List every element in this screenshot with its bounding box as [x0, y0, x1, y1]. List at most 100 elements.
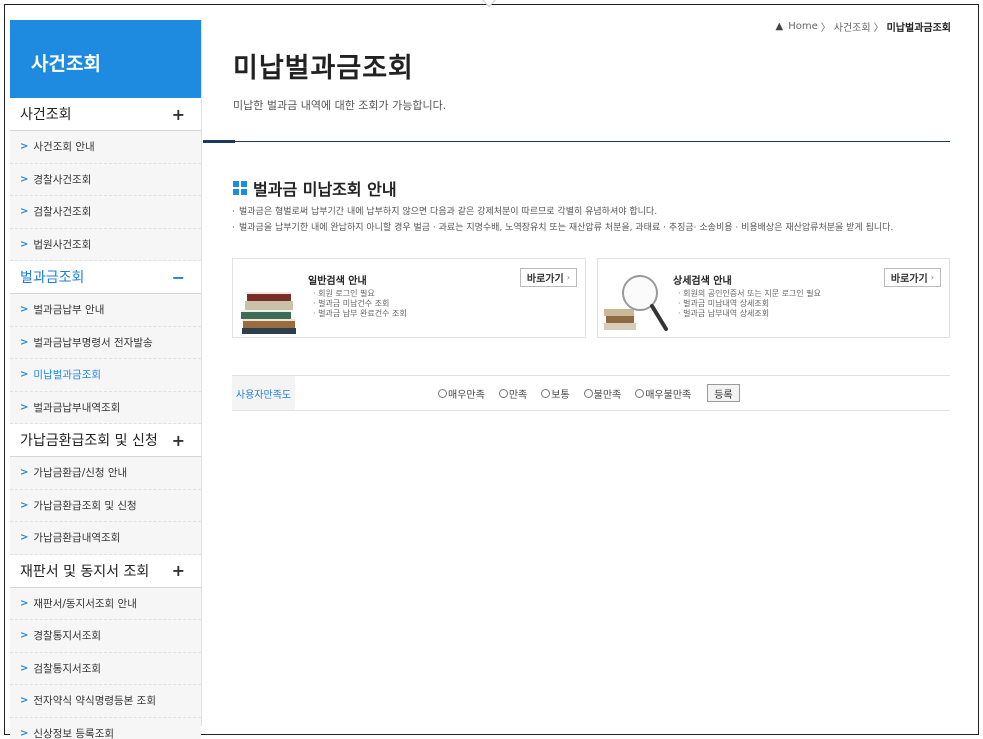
- chevron-right-icon: >: [20, 630, 29, 642]
- chevron-right-icon: >: [20, 499, 29, 511]
- sidebar-section-refund[interactable]: 가납금환급조회 및 신청 +: [10, 424, 201, 457]
- sidebar-item-label: 법원사건조회: [33, 238, 92, 251]
- sidebar-section-case[interactable]: 사건조회 +: [10, 98, 201, 131]
- sidebar-item[interactable]: > 전자약식 약식명령등본 조회: [10, 685, 201, 718]
- sidebar-item[interactable]: > 가납금환급내역조회: [10, 522, 201, 555]
- sidebar-section-label: 가납금환급조회 및 신청: [20, 433, 158, 449]
- sidebar-item[interactable]: > 검찰사건조회: [10, 196, 201, 229]
- sidebar-item[interactable]: > 신상정보 등록조회: [10, 717, 201, 739]
- page-description: 미납한 벌과금 내역에 대한 조회가 가능합니다.: [233, 99, 447, 112]
- go-detail-search-button[interactable]: 바로가기 ›: [883, 268, 941, 287]
- chevron-right-icon: >: [20, 369, 29, 381]
- sidebar-item[interactable]: > 경찰통지서조회: [10, 620, 201, 653]
- title-divider-accent: [203, 140, 235, 143]
- radio-button[interactable]: [541, 388, 551, 398]
- card-line: 벌과금 납부 완료건수 조회: [313, 309, 407, 319]
- sidebar-item[interactable]: > 재판서/동지서조회 안내: [10, 587, 201, 620]
- satisfaction-survey: 사용자만족도 매우만족 만족 보통 불만족 매우불만족 등록: [232, 375, 950, 411]
- sidebar-item-label: 사건조회 안내: [33, 141, 95, 154]
- expand-icon: +: [171, 430, 185, 450]
- home-icon[interactable]: ▲: [776, 21, 784, 32]
- card-line: 벌과금 납부내역 상세조회: [678, 309, 821, 319]
- sidebar-item[interactable]: > 가납금환급조회 및 신청: [10, 489, 201, 522]
- sidebar-item-label: 가납금환급/신청 안내: [33, 467, 128, 480]
- card-title: 상세검색 안내: [673, 276, 732, 287]
- radio-button[interactable]: [498, 388, 508, 398]
- sidebar-item-label: 경찰통지서조회: [33, 630, 102, 643]
- option-label: 만족: [508, 389, 528, 401]
- sidebar-item-label: 벌과금납부 안내: [33, 304, 105, 317]
- sidebar-item[interactable]: > 벌과금납부명령서 전자발송: [10, 326, 201, 359]
- sidebar-item[interactable]: > 검찰통지서조회: [10, 652, 201, 685]
- chevron-right-icon: >: [20, 206, 29, 218]
- breadcrumb-home[interactable]: Home: [788, 21, 818, 32]
- notice-item: 벌과금을 납부기한 내에 완납하지 아니할 경우 벌금 · 과료는 지명수배, …: [231, 223, 953, 234]
- survey-option-satisfied[interactable]: 만족: [498, 386, 528, 401]
- detail-search-card: 상세검색 안내 회원의 공인인증서 또는 지문 로그인 필요 벌과금 미납내역 …: [597, 258, 950, 338]
- radio-button[interactable]: [438, 388, 447, 398]
- survey-option-very-satisfied[interactable]: 매우만족: [438, 386, 485, 401]
- card-line: 회원의 공인인증서 또는 지문 로그인 필요: [678, 289, 821, 299]
- breadcrumb-separator: 〉: [873, 23, 884, 34]
- sidebar-section-fine[interactable]: 벌과금조회 −: [10, 261, 201, 294]
- sidebar-item-label: 가납금환급내역조회: [33, 532, 121, 545]
- page-title: 미납벌과금조회: [233, 53, 414, 84]
- card-line: 회원 로그인 필요: [313, 289, 407, 299]
- survey-submit-button[interactable]: 등록: [707, 384, 740, 402]
- chevron-right-icon: >: [20, 238, 29, 250]
- breadcrumb-current: 미납벌과금조회: [886, 23, 951, 34]
- chevron-right-icon: >: [20, 467, 29, 479]
- sidebar-item[interactable]: > 벌과금납부 안내: [10, 294, 201, 327]
- windows-grid-icon: [233, 181, 247, 195]
- chevron-right-icon: >: [20, 173, 29, 185]
- sidebar: 사건조회 사건조회 + > 사건조회 안내 > 경찰사건조회 > 검찰사건조회 > 법원…: [10, 20, 202, 739]
- chevron-right-icon: ›: [930, 273, 934, 282]
- chevron-right-icon: ›: [566, 273, 570, 282]
- survey-option-dissatisfied[interactable]: 불만족: [583, 386, 622, 401]
- sidebar-item[interactable]: > 벌과금납부내역조회: [10, 391, 201, 424]
- sidebar-item-label: 검찰통지서조회: [33, 662, 102, 675]
- go-general-search-button[interactable]: 바로가기 ›: [519, 268, 577, 287]
- sidebar-item[interactable]: > 가납금환급/신청 안내: [10, 457, 201, 490]
- breadcrumb-parent[interactable]: 사건조회: [834, 19, 871, 34]
- title-divider: [203, 141, 950, 142]
- top-notch-decoration: [482, 0, 496, 8]
- chevron-right-icon: >: [20, 727, 29, 739]
- sidebar-title: 사건조회: [10, 20, 201, 98]
- section-title-text: 벌과금 미납조회 안내: [253, 180, 397, 199]
- sidebar-item-label: 미납벌과금조회: [33, 369, 102, 382]
- general-search-card: 일반검색 안내 회원 로그인 필요 벌과금 미납건수 조회 벌과금 납부 완료건…: [232, 258, 586, 338]
- radio-button[interactable]: [583, 388, 593, 398]
- sidebar-item-current[interactable]: > 미납벌과금조회: [10, 359, 201, 392]
- sidebar-item-label: 신상정보 등록조회: [33, 727, 115, 739]
- sidebar-item-label: 경찰사건조회: [33, 173, 92, 186]
- sidebar-item[interactable]: > 경찰사건조회: [10, 163, 201, 196]
- chevron-right-icon: >: [20, 336, 29, 348]
- button-label: 바로가기: [526, 274, 564, 285]
- sidebar-section-label: 재판서 및 동지서 조회: [20, 563, 150, 580]
- sidebar-item-label: 벌과금납부내역조회: [33, 401, 121, 414]
- radio-button[interactable]: [635, 388, 645, 398]
- chevron-right-icon: >: [20, 662, 29, 674]
- survey-options: 매우만족 만족 보통 불만족 매우불만족 등록: [438, 376, 740, 410]
- survey-option-neutral[interactable]: 보통: [541, 386, 570, 401]
- sidebar-section-judgment[interactable]: 재판서 및 동지서 조회 +: [10, 555, 201, 588]
- option-label: 불만족: [593, 389, 622, 401]
- books-icon: [241, 292, 296, 334]
- sidebar-item[interactable]: > 법원사건조회: [10, 228, 201, 261]
- card-lines: 회원 로그인 필요 벌과금 미납건수 조회 벌과금 납부 완료건수 조회: [313, 289, 407, 319]
- sidebar-item[interactable]: > 사건조회 안내: [10, 131, 201, 164]
- sidebar-section-label: 벌과금조회: [20, 270, 85, 286]
- notice-list: 벌과금은 형벌로써 납부기간 내에 납부하지 않으면 다음과 같은 강제처분이 …: [231, 207, 953, 239]
- option-label: 매우만족: [448, 389, 485, 401]
- card-lines: 회원의 공인인증서 또는 지문 로그인 필요 벌과금 미납내역 상세조회 벌과금…: [678, 289, 821, 319]
- sidebar-section-label: 사건조회: [20, 107, 72, 123]
- button-label: 바로가기: [890, 274, 928, 285]
- chevron-right-icon: >: [20, 597, 29, 609]
- notice-item: 벌과금은 형벌로써 납부기간 내에 납부하지 않으면 다음과 같은 강제처분이 …: [231, 207, 953, 218]
- chevron-right-icon: >: [20, 532, 29, 544]
- chevron-right-icon: >: [20, 695, 29, 707]
- survey-option-very-dissatisfied[interactable]: 매우불만족: [635, 386, 691, 401]
- magnifier-books-icon: [604, 275, 668, 331]
- survey-label: 사용자만족도: [232, 376, 295, 410]
